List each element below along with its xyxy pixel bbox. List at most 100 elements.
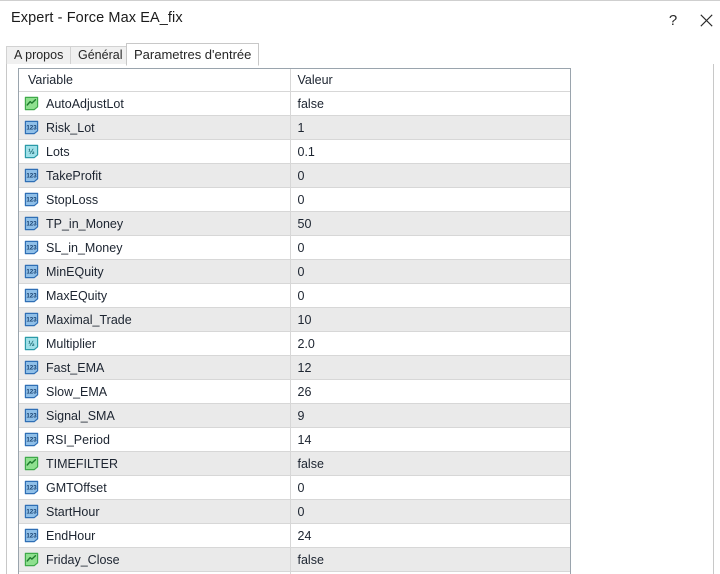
table-row[interactable]: 123 SL_in_Money 0 [19,235,570,260]
cell-variable[interactable]: 123 EndHour [19,523,290,548]
cell-variable[interactable]: Friday_Close [19,547,290,572]
cell-variable[interactable]: 123 RSI_Period [19,427,290,452]
cell-value[interactable]: 0 [289,259,570,284]
variable-value: 0 [297,240,305,255]
cell-variable[interactable]: ½ Lots [19,139,290,164]
cell-value[interactable]: 26 [289,379,570,404]
cell-value[interactable]: 0 [289,235,570,260]
cell-value[interactable]: 0 [289,475,570,500]
tab-general[interactable]: Général [70,46,131,65]
table-row[interactable]: 123 Slow_EMA 26 [19,379,570,404]
table-row[interactable]: 123 StopLoss 0 [19,187,570,212]
cell-value[interactable]: 24 [289,523,570,548]
table-row[interactable]: 123 GMTOffset 0 [19,475,570,500]
table-row[interactable]: 123 TP_in_Money 50 [19,211,570,236]
int-type-icon: 123 [24,504,39,519]
table-row[interactable]: TIMEFILTER false [19,451,570,476]
table-row[interactable]: 123 MinEQuity 0 [19,259,570,284]
cell-variable[interactable]: 123 Signal_SMA [19,403,290,428]
table-row[interactable]: 123 Maximal_Trade 10 [19,307,570,332]
double-type-icon: ½ [24,144,39,159]
title-bar: Expert - Force Max EA_fix ? [0,1,720,40]
table-row[interactable]: ½ Lots 0.1 [19,139,570,164]
cell-value[interactable]: false [289,547,570,572]
table-row[interactable]: 123 EndHour 24 [19,523,570,548]
table-row[interactable]: 123 StartHour 0 [19,499,570,524]
bool-type-icon [24,552,39,567]
int-type-icon: 123 [24,240,39,255]
table-row[interactable]: 123 Risk_Lot 1 [19,115,570,140]
int-type-icon: 123 [24,528,39,543]
help-button[interactable]: ? [657,5,689,35]
cell-value[interactable]: 10 [289,307,570,332]
cell-value[interactable]: false [289,451,570,476]
cell-variable[interactable]: 123 Fast_EMA [19,355,290,380]
cell-variable[interactable]: ½ Multiplier [19,331,290,356]
variable-value: 0.1 [297,144,315,159]
svg-text:123: 123 [26,221,37,228]
cell-variable[interactable]: 123 GMTOffset [19,475,290,500]
svg-text:123: 123 [26,533,37,540]
svg-text:123: 123 [26,125,37,132]
variable-value: false [297,456,324,471]
table-row[interactable]: 123 Fast_EMA 12 [19,355,570,380]
grid-header-row: Variable Valeur [19,69,570,92]
cell-value[interactable]: 0.1 [289,139,570,164]
window-title: Expert - Force Max EA_fix [11,10,183,26]
svg-text:123: 123 [26,365,37,372]
parameters-grid-container[interactable]: Variable Valeur AutoAdjustLot false 123 Ris… [18,68,571,574]
cell-variable[interactable]: 123 StopLoss [19,187,290,212]
cell-value[interactable]: 9 [289,403,570,428]
table-row[interactable]: 123 Signal_SMA 9 [19,403,570,428]
cell-value[interactable]: 0 [289,283,570,308]
variable-value: 10 [297,312,312,327]
cell-variable[interactable]: 123 StartHour [19,499,290,524]
close-button[interactable] [690,5,720,35]
tab-parametres-d-entree[interactable]: Parametres d'entrée [126,43,260,66]
cell-variable[interactable]: AutoAdjustLot [19,91,290,116]
column-header-valeur[interactable]: Valeur [289,69,570,92]
variable-name: StartHour [46,504,100,519]
table-row[interactable]: 123 MaxEQuity 0 [19,283,570,308]
cell-variable[interactable]: 123 Maximal_Trade [19,307,290,332]
variable-value: 24 [297,528,312,543]
variable-name: GMTOffset [46,480,107,495]
cell-variable[interactable]: 123 MinEQuity [19,259,290,284]
table-row[interactable]: ½ Multiplier 2.0 [19,331,570,356]
cell-value[interactable]: 12 [289,355,570,380]
table-row[interactable]: 123 RSI_Period 14 [19,427,570,452]
int-type-icon: 123 [24,480,39,495]
variable-value: 26 [297,384,312,399]
cell-value[interactable]: 0 [289,163,570,188]
variable-value: false [297,552,324,567]
cell-value[interactable]: 50 [289,211,570,236]
int-type-icon: 123 [24,432,39,447]
variable-name: SL_in_Money [46,240,123,255]
int-type-icon: 123 [24,408,39,423]
cell-variable[interactable]: 123 TP_in_Money [19,211,290,236]
table-row[interactable]: 123 TakeProfit 0 [19,163,570,188]
grid-body: AutoAdjustLot false 123 Risk_Lot 1 ½ Lots 0.1 12… [19,91,570,574]
cell-variable[interactable]: 123 TakeProfit [19,163,290,188]
cell-variable[interactable]: 123 Slow_EMA [19,379,290,404]
int-type-icon: 123 [24,360,39,375]
svg-text:123: 123 [26,293,37,300]
cell-variable[interactable]: 123 MaxEQuity [19,283,290,308]
cell-variable[interactable]: TIMEFILTER [19,451,290,476]
table-row[interactable]: Friday_Close false [19,547,570,572]
tab-strip: A propos Général Parametres d'entrée [6,43,714,66]
int-type-icon: 123 [24,216,39,231]
cell-value[interactable]: 0 [289,499,570,524]
cell-value[interactable]: 2.0 [289,331,570,356]
cell-variable[interactable]: 123 Risk_Lot [19,115,290,140]
cell-value[interactable]: false [289,91,570,116]
tab-a-propos[interactable]: A propos [6,46,72,65]
variable-value: 50 [297,216,312,231]
cell-value[interactable]: 14 [289,427,570,452]
table-row[interactable]: AutoAdjustLot false [19,91,570,116]
variable-value: 0 [297,264,305,279]
cell-value[interactable]: 1 [289,115,570,140]
cell-value[interactable]: 0 [289,187,570,212]
column-header-variable[interactable]: Variable [19,69,290,92]
cell-variable[interactable]: 123 SL_in_Money [19,235,290,260]
